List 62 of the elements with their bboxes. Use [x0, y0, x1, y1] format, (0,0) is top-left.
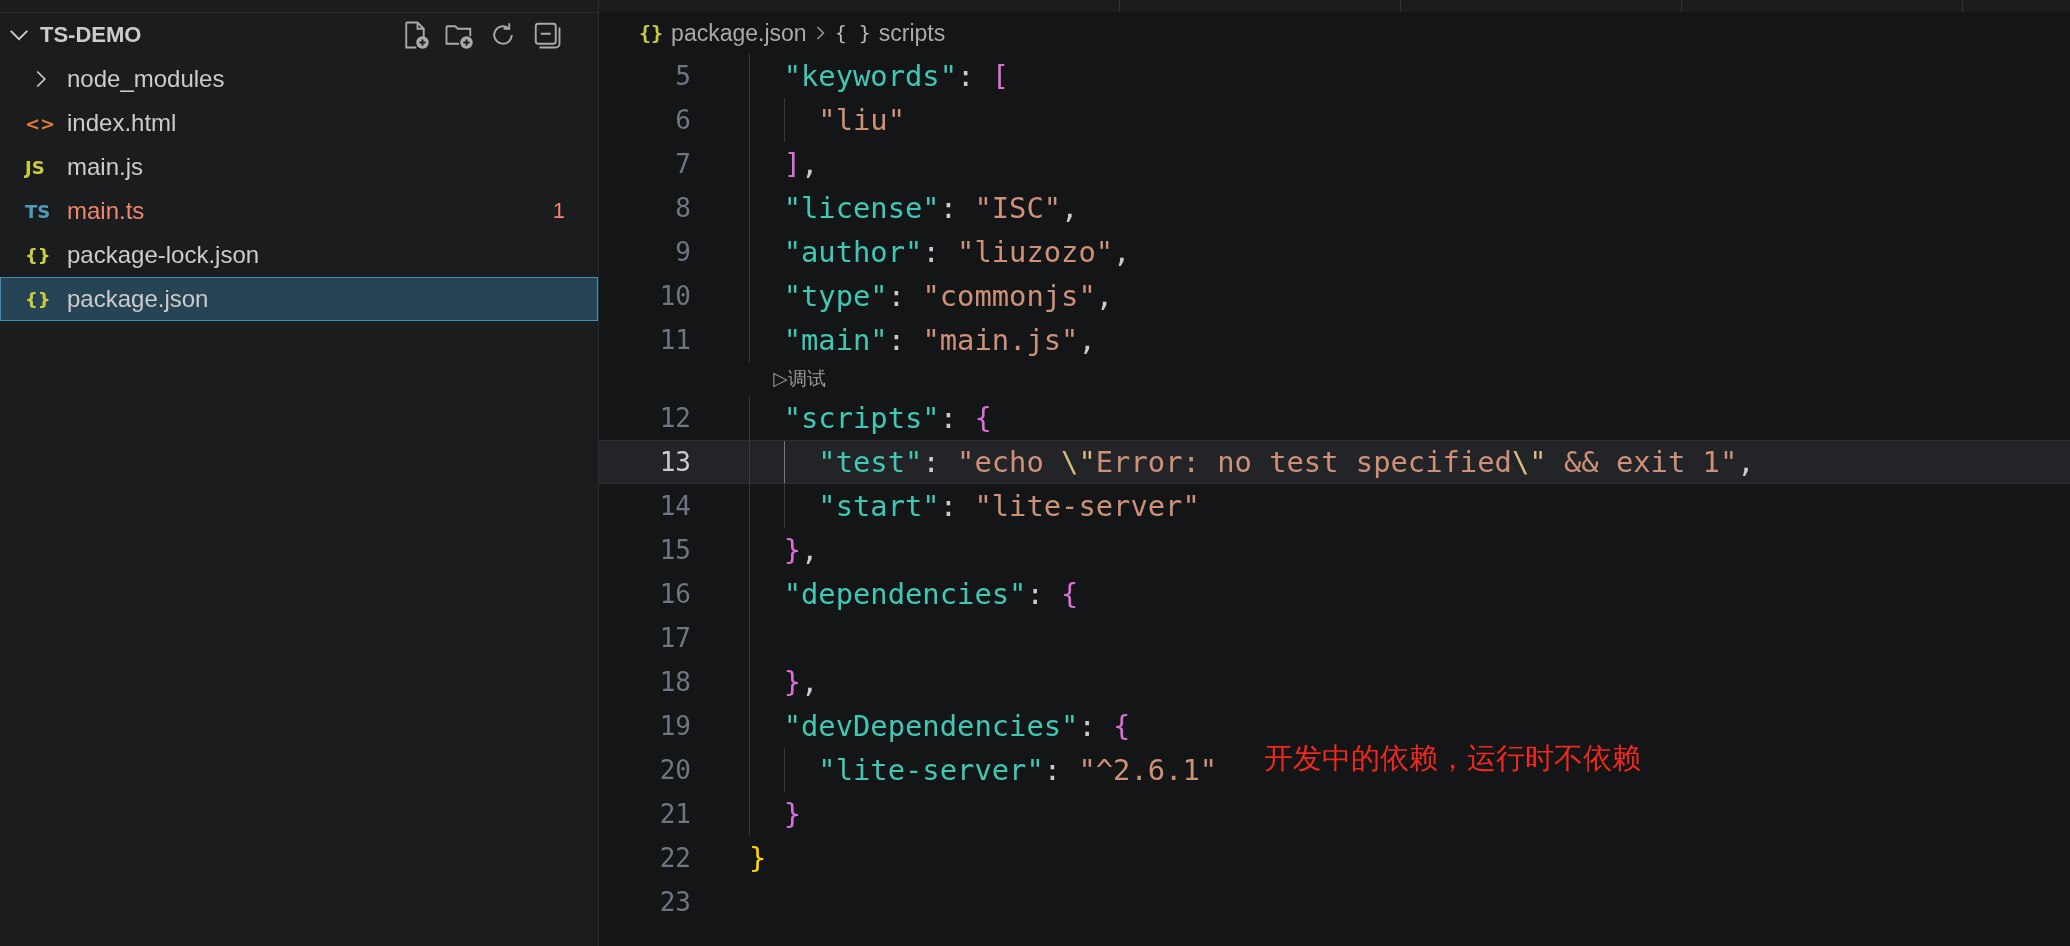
line-number: 14 — [658, 491, 691, 521]
code-line: "keywords": [ — [782, 59, 1010, 93]
annotation-text: 开发中的依赖，运行时不依赖 — [1264, 740, 1641, 777]
project-title: TS-DEMO — [40, 22, 142, 48]
line-number: 10 — [658, 281, 691, 311]
file-tree-item[interactable]: node_modules — [0, 57, 598, 101]
debug-link[interactable]: ▷调试 — [773, 366, 826, 392]
file-type-icon: {} — [25, 288, 67, 310]
file-name: node_modules — [67, 65, 225, 93]
code-line: "lite-server": "^2.6.1" — [817, 753, 1218, 787]
code-line: "license": "ISC", — [782, 191, 1079, 225]
code-line: "scripts": { — [782, 401, 992, 435]
collapse-all-icon[interactable] — [532, 20, 562, 50]
file-name: index.html — [67, 109, 177, 137]
file-name: main.ts — [67, 197, 145, 225]
file-type-icon: <> — [25, 112, 67, 134]
line-number: 18 — [658, 667, 691, 697]
line-number: 8 — [674, 193, 691, 223]
line-number: 7 — [674, 149, 691, 179]
file-type-icon: JS — [25, 156, 67, 178]
code-line: }, — [782, 533, 819, 567]
code-line: "type": "commonjs", — [782, 279, 1114, 313]
file-tree-item[interactable]: JS main.js — [0, 145, 598, 189]
code-line: } — [749, 841, 767, 875]
file-type-icon: {} — [25, 244, 67, 266]
braces-icon: { } — [834, 21, 871, 45]
code-line: "author": "liuzozo", — [782, 235, 1131, 269]
code-line: "dependencies": { — [782, 577, 1079, 611]
line-number: 21 — [658, 799, 691, 829]
line-number: 16 — [658, 579, 691, 609]
code-line: "devDependencies": { — [782, 709, 1131, 743]
file-tree-item[interactable]: {} package.json — [0, 277, 598, 321]
code-line: }, — [782, 665, 819, 699]
line-number: 23 — [658, 887, 691, 917]
breadcrumb-item[interactable]: package.json — [671, 19, 807, 47]
file-tree-item[interactable]: <> index.html — [0, 101, 598, 145]
file-tree-item[interactable]: TS main.ts 1 — [0, 189, 598, 233]
file-tree-item[interactable]: {} package-lock.json — [0, 233, 598, 277]
braces-icon: {} — [639, 21, 664, 45]
line-number: 20 — [658, 755, 691, 785]
code-line: "main": "main.js", — [782, 323, 1096, 357]
line-number: 22 — [658, 843, 691, 873]
line-number: 6 — [674, 105, 691, 135]
line-number: 13 — [658, 447, 691, 477]
line-number: 12 — [658, 403, 691, 433]
file-name: package.json — [67, 285, 209, 313]
code-line: } — [782, 797, 801, 831]
code-line: ], — [782, 147, 819, 181]
problem-count: 1 — [552, 198, 565, 224]
line-number: 15 — [658, 535, 691, 565]
file-name: main.js — [67, 153, 144, 181]
line-number: 17 — [658, 623, 691, 653]
file-name: package-lock.json — [67, 241, 260, 269]
line-number: 9 — [674, 237, 691, 267]
line-number: 19 — [658, 711, 691, 741]
code-line: "test": "echo \"Error: no test specified\" && exit 1", — [817, 445, 1755, 479]
code-line: "start": "lite-server" — [817, 489, 1200, 523]
breadcrumb-item[interactable]: scripts — [878, 19, 946, 47]
line-number: 5 — [674, 61, 691, 91]
code-line: "liu" — [817, 103, 906, 137]
line-number: 11 — [658, 325, 691, 355]
file-type-icon: TS — [25, 200, 67, 222]
